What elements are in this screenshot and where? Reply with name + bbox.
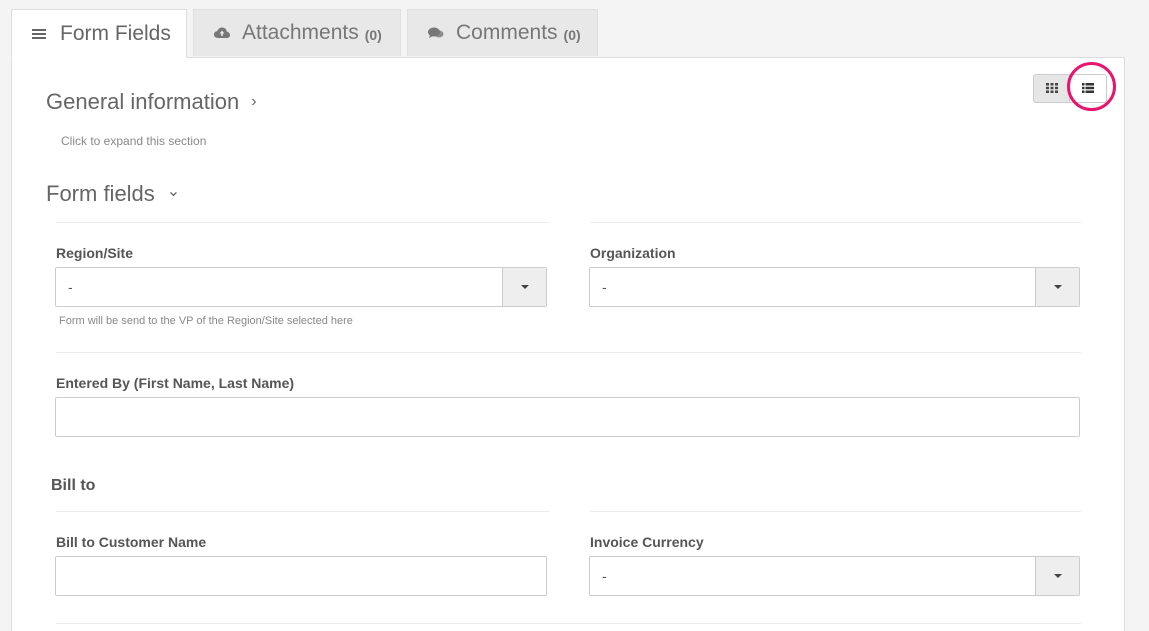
divider <box>590 222 1081 223</box>
section-hint: Click to expand this section <box>61 134 207 148</box>
divider <box>56 623 1081 624</box>
list-lines-icon <box>32 28 50 40</box>
dropdown-toggle[interactable] <box>1035 557 1079 595</box>
section-general-information[interactable]: General information › <box>46 89 257 115</box>
organization-label: Organization <box>590 245 676 261</box>
tab-label: Form Fields <box>60 21 171 45</box>
region-site-label: Region/Site <box>56 245 134 261</box>
section-title: General information <box>46 89 240 114</box>
tab-label: Comments <box>456 21 558 44</box>
invoice-currency-select[interactable]: - <box>589 556 1080 596</box>
chat-bubbles-icon <box>428 27 446 39</box>
tab-count: (0) <box>364 26 382 43</box>
select-value: - <box>602 279 607 295</box>
chevron-down-icon: ⌄ <box>166 183 181 200</box>
dropdown-toggle[interactable] <box>1035 268 1079 306</box>
region-site-select[interactable]: - <box>55 267 547 307</box>
caret-down-icon <box>1053 574 1062 578</box>
grid-view-button[interactable] <box>1033 74 1070 103</box>
cloud-upload-icon <box>214 27 232 39</box>
bill-customer-input[interactable] <box>55 556 547 596</box>
caret-down-icon <box>520 285 529 289</box>
list-view-button[interactable] <box>1070 74 1107 103</box>
tab-count: (0) <box>563 26 581 43</box>
dropdown-toggle[interactable] <box>502 268 546 306</box>
grid-icon <box>1045 80 1058 98</box>
chevron-right-icon: › <box>251 93 257 110</box>
caret-down-icon <box>1053 285 1062 289</box>
view-toggle <box>1033 74 1107 103</box>
list-view-icon <box>1082 80 1094 98</box>
tab-label: Attachments <box>242 21 359 44</box>
divider <box>56 511 550 512</box>
bill-customer-label: Bill to Customer Name <box>56 534 207 550</box>
invoice-currency-label: Invoice Currency <box>590 534 704 550</box>
bill-to-heading: Bill to <box>51 477 96 494</box>
form-panel: General information › Click to expand th… <box>11 57 1125 631</box>
tab-comments[interactable]: Comments (0) <box>407 9 598 56</box>
entered-by-label: Entered By (First Name, Last Name) <box>56 375 295 391</box>
tab-attachments[interactable]: Attachments (0) <box>193 9 401 56</box>
section-title: Form fields <box>46 181 155 206</box>
organization-select[interactable]: - <box>589 267 1080 307</box>
tab-form-fields[interactable]: Form Fields <box>11 9 187 58</box>
region-site-help: Form will be send to the VP of the Regio… <box>59 315 353 327</box>
divider <box>56 222 550 223</box>
divider <box>56 352 1081 353</box>
select-value: - <box>68 279 73 295</box>
section-form-fields[interactable]: Form fields ⌄ <box>46 181 180 207</box>
select-value: - <box>602 568 607 584</box>
entered-by-input[interactable] <box>55 397 1080 437</box>
divider <box>590 511 1081 512</box>
